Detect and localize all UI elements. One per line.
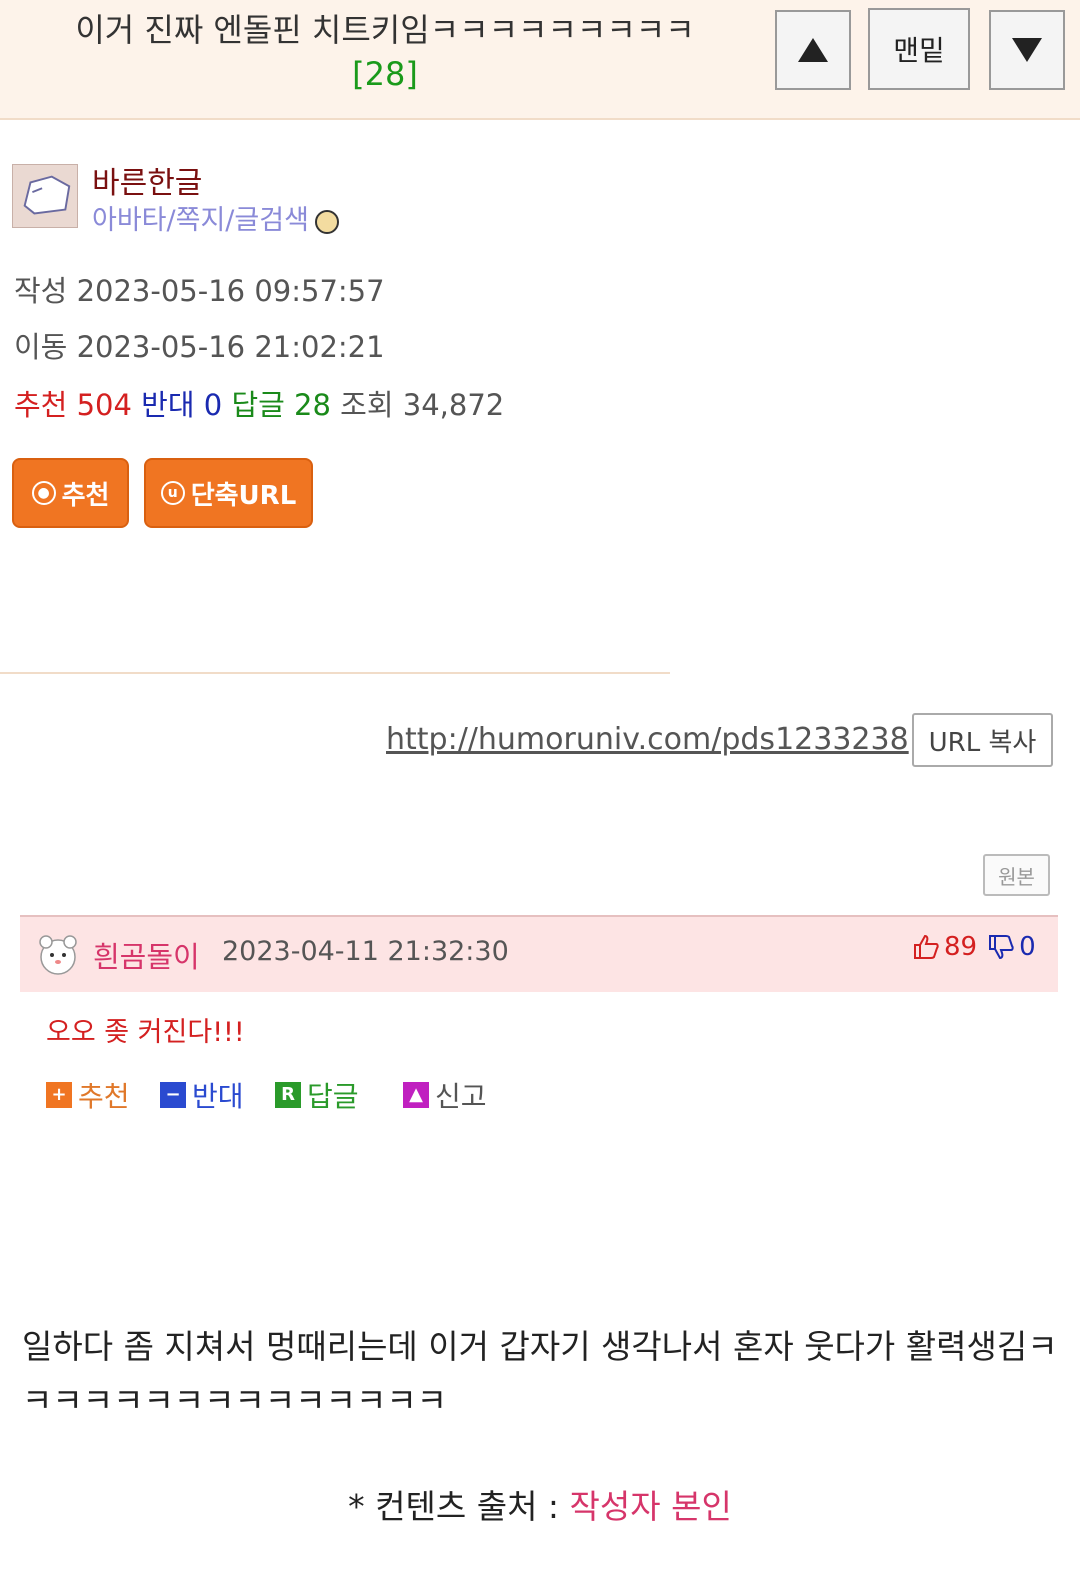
reply-label: 답글 xyxy=(231,388,285,422)
author-links-text[interactable]: 아바타/쪽지/글검색 xyxy=(92,205,309,236)
original-label: 원본 xyxy=(998,864,1035,889)
plus-icon: + xyxy=(46,1082,72,1108)
siren-icon: ▲ xyxy=(403,1082,429,1108)
comment-oppose-action[interactable]: − 반대 xyxy=(160,1075,244,1115)
short-url-label: 단축URL xyxy=(190,480,297,511)
arrow-down-icon xyxy=(1012,38,1042,62)
scroll-bottom-button[interactable]: 맨밑 xyxy=(868,8,970,90)
recommend-button-label: 추천 xyxy=(61,480,110,511)
url-copy-label: URL 복사 xyxy=(928,727,1037,758)
short-url-button[interactable]: u 단축URL xyxy=(144,458,313,528)
content-source: * 컨텐츠 출처 : 작성자 본인 xyxy=(0,1480,1080,1528)
recommend-circle-icon: ● xyxy=(31,481,56,505)
bottom-label: 맨밑 xyxy=(893,34,945,67)
post-title-text: 이거 진짜 엔돌핀 치트키임ㅋㅋㅋㅋㅋㅋㅋㅋㅋ xyxy=(75,11,695,49)
post-stats: 추천 504 반대 0 답글 28 조회 34,872 xyxy=(14,382,504,424)
recommend-button[interactable]: ● 추천 xyxy=(12,458,129,528)
comment-reply-label: 답글 xyxy=(307,1080,359,1113)
recommend-label: 추천 xyxy=(14,388,68,422)
scroll-down-button[interactable] xyxy=(989,10,1065,90)
oppose-count: 0 xyxy=(203,388,223,422)
post-body: 일하다 좀 지쳐서 멍때리는데 이거 갑자기 생각나서 혼자 웃다가 활력생김ㅋ… xyxy=(22,1327,1058,1420)
commenter-nickname[interactable]: 흰곰돌이 xyxy=(93,934,200,976)
author-avatar[interactable] xyxy=(12,164,78,228)
reply-count[interactable]: [28] xyxy=(20,52,750,96)
url-copy-button[interactable]: URL 복사 xyxy=(912,713,1053,767)
comment-date: 2023-04-11 21:32:30 xyxy=(222,936,509,967)
arrow-up-icon xyxy=(798,38,828,62)
post-title: 이거 진짜 엔돌핀 치트키임ㅋㅋㅋㅋㅋㅋㅋㅋㅋ [28] xyxy=(20,8,750,96)
source-label: * 컨텐츠 출처 : xyxy=(348,1487,560,1526)
short-url-icon: u xyxy=(160,481,185,505)
scroll-up-button[interactable] xyxy=(775,10,851,90)
thumbs-down-icon[interactable] xyxy=(987,934,1015,960)
original-button[interactable]: 원본 xyxy=(983,854,1050,896)
comment-recommend-action[interactable]: + 추천 xyxy=(46,1075,130,1115)
comment-recommend-label: 추천 xyxy=(78,1080,130,1113)
comment-votes: 89 0 xyxy=(912,932,1036,962)
header-bar: 이거 진짜 엔돌핀 치트키임ㅋㅋㅋㅋㅋㅋㅋㅋㅋ [28] 맨밑 xyxy=(0,0,1080,120)
comment-down-count: 0 xyxy=(1019,932,1036,962)
reply-r-icon: R xyxy=(275,1082,301,1108)
thumbs-up-icon[interactable] xyxy=(912,934,940,960)
comment-report-action[interactable]: ▲ 신고 xyxy=(403,1075,487,1115)
comment-up-count: 89 xyxy=(944,932,978,962)
moved-date: 이동 2023-05-16 21:02:21 xyxy=(14,330,385,364)
post-url-link[interactable]: http://humoruniv.com/pds1233238 xyxy=(386,722,909,757)
comment-oppose-label: 반대 xyxy=(192,1080,244,1113)
author-links[interactable]: 아바타/쪽지/글검색 xyxy=(92,198,339,237)
source-author: 작성자 본인 xyxy=(569,1487,732,1526)
comment-report-label: 신고 xyxy=(435,1080,487,1113)
level-badge-icon xyxy=(314,209,339,234)
comment-reply-action[interactable]: R 답글 xyxy=(275,1075,359,1115)
recommend-count: 504 xyxy=(76,388,132,422)
reply-stat-count: 28 xyxy=(294,388,331,422)
commenter-avatar[interactable] xyxy=(32,929,84,981)
comment-text: 오오 좆 커진다!!! xyxy=(46,1017,245,1048)
created-date: 작성 2023-05-16 09:57:57 xyxy=(14,274,385,308)
oppose-label: 반대 xyxy=(141,388,195,422)
minus-icon: − xyxy=(160,1082,186,1108)
view-count: 34,872 xyxy=(402,388,505,422)
view-label: 조회 xyxy=(340,388,394,422)
section-divider xyxy=(0,672,670,674)
author-nickname[interactable]: 바른한글 xyxy=(92,158,202,202)
